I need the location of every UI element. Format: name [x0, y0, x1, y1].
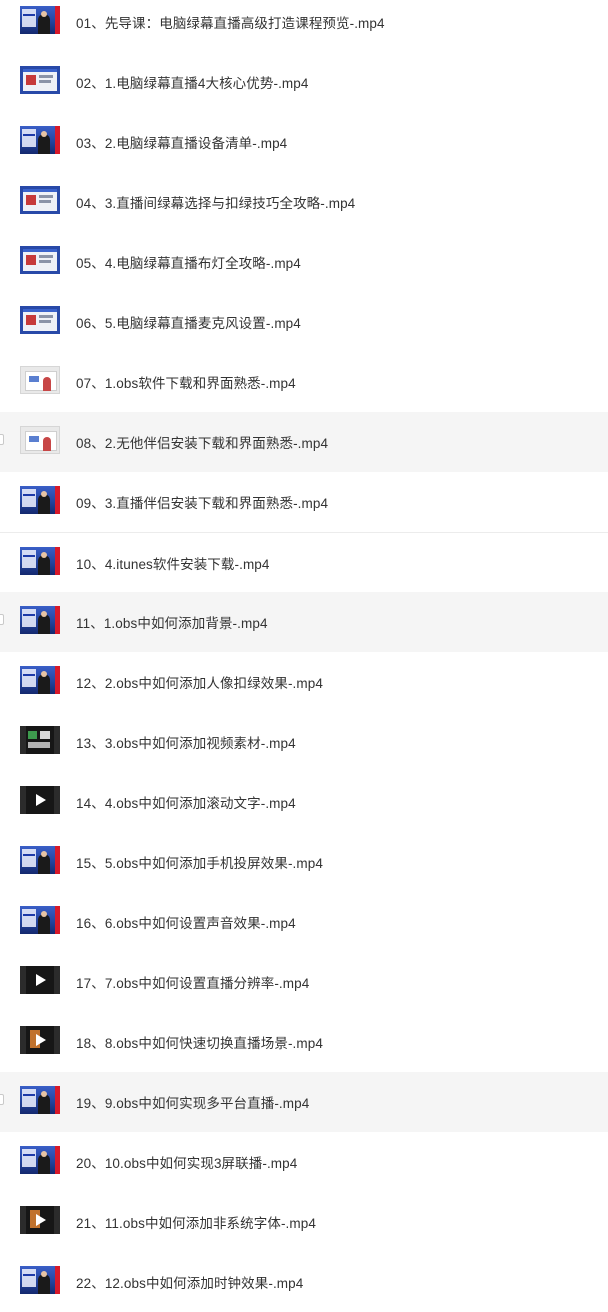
video-thumbnail[interactable] [20, 906, 60, 934]
file-row[interactable]: 19、9.obs中如何实现多平台直播-.mp4 [0, 1072, 608, 1132]
file-name[interactable]: 15、5.obs中如何添加手机投屏效果-.mp4 [76, 852, 323, 872]
file-name[interactable]: 05、4.电脑绿幕直播布灯全攻略-.mp4 [76, 252, 301, 272]
play-icon [36, 1034, 46, 1046]
row-checkbox[interactable] [0, 434, 4, 445]
video-thumbnail[interactable] [20, 186, 60, 214]
file-row[interactable]: 20、10.obs中如何实现3屏联播-.mp4 [0, 1132, 608, 1192]
file-name[interactable]: 22、12.obs中如何添加时钟效果-.mp4 [76, 1272, 303, 1292]
video-thumbnail[interactable] [20, 1146, 60, 1174]
file-row[interactable]: 03、2.电脑绿幕直播设备清单-.mp4 [0, 112, 608, 172]
row-checkbox[interactable] [0, 614, 4, 625]
video-thumbnail[interactable] [20, 366, 60, 394]
file-row[interactable]: 17、7.obs中如何设置直播分辨率-.mp4 [0, 952, 608, 1012]
video-thumbnail[interactable] [20, 66, 60, 94]
file-row[interactable]: 13、3.obs中如何添加视频素材-.mp4 [0, 712, 608, 772]
file-row[interactable]: 05、4.电脑绿幕直播布灯全攻略-.mp4 [0, 232, 608, 292]
video-thumbnail[interactable] [20, 426, 60, 454]
video-thumbnail[interactable] [20, 6, 60, 34]
row-checkbox[interactable] [0, 1094, 4, 1105]
file-name[interactable]: 17、7.obs中如何设置直播分辨率-.mp4 [76, 972, 309, 992]
video-thumbnail[interactable] [20, 1206, 60, 1234]
file-row[interactable]: 18、8.obs中如何快速切换直播场景-.mp4 [0, 1012, 608, 1072]
play-icon [36, 794, 46, 806]
file-name[interactable]: 20、10.obs中如何实现3屏联播-.mp4 [76, 1152, 297, 1172]
video-thumbnail[interactable] [20, 1266, 60, 1294]
file-name[interactable]: 10、4.itunes软件安装下载-.mp4 [76, 553, 270, 573]
file-row[interactable]: 07、1.obs软件下载和界面熟悉-.mp4 [0, 352, 608, 412]
file-name[interactable]: 18、8.obs中如何快速切换直播场景-.mp4 [76, 1032, 323, 1052]
video-thumbnail[interactable] [20, 666, 60, 694]
file-row[interactable]: 02、1.电脑绿幕直播4大核心优势-.mp4 [0, 52, 608, 112]
video-thumbnail[interactable] [20, 1086, 60, 1114]
file-row[interactable]: 16、6.obs中如何设置声音效果-.mp4 [0, 892, 608, 952]
video-thumbnail[interactable] [20, 547, 60, 575]
file-row[interactable]: 08、2.无他伴侣安装下载和界面熟悉-.mp4 [0, 412, 608, 472]
video-thumbnail[interactable] [20, 306, 60, 334]
file-name[interactable]: 13、3.obs中如何添加视频素材-.mp4 [76, 732, 296, 752]
video-thumbnail[interactable] [20, 966, 60, 994]
video-thumbnail[interactable] [20, 786, 60, 814]
file-name[interactable]: 12、2.obs中如何添加人像扣绿效果-.mp4 [76, 672, 323, 692]
file-row[interactable]: 15、5.obs中如何添加手机投屏效果-.mp4 [0, 832, 608, 892]
file-name[interactable]: 07、1.obs软件下载和界面熟悉-.mp4 [76, 372, 296, 392]
file-list: 01、先导课：电脑绿幕直播高级打造课程预览-.mp4 02、1.电脑绿幕直播4大核… [0, 0, 608, 1312]
file-name[interactable]: 09、3.直播伴侣安装下载和界面熟悉-.mp4 [76, 492, 328, 512]
file-name[interactable]: 03、2.电脑绿幕直播设备清单-.mp4 [76, 132, 287, 152]
file-row[interactable]: 12、2.obs中如何添加人像扣绿效果-.mp4 [0, 652, 608, 712]
file-row[interactable]: 21、11.obs中如何添加非系统字体-.mp4 [0, 1192, 608, 1252]
play-icon [36, 1214, 46, 1226]
video-thumbnail[interactable] [20, 726, 60, 754]
file-name[interactable]: 08、2.无他伴侣安装下载和界面熟悉-.mp4 [76, 432, 328, 452]
video-thumbnail[interactable] [20, 246, 60, 274]
file-name[interactable]: 14、4.obs中如何添加滚动文字-.mp4 [76, 792, 296, 812]
file-row[interactable]: 11、1.obs中如何添加背景-.mp4 [0, 592, 608, 652]
play-icon [36, 974, 46, 986]
file-row[interactable]: 14、4.obs中如何添加滚动文字-.mp4 [0, 772, 608, 832]
video-thumbnail[interactable] [20, 486, 60, 514]
video-thumbnail[interactable] [20, 606, 60, 634]
file-name[interactable]: 04、3.直播间绿幕选择与扣绿技巧全攻略-.mp4 [76, 192, 355, 212]
video-thumbnail[interactable] [20, 126, 60, 154]
file-name[interactable]: 02、1.电脑绿幕直播4大核心优势-.mp4 [76, 72, 309, 92]
file-name[interactable]: 06、5.电脑绿幕直播麦克风设置-.mp4 [76, 312, 301, 332]
video-thumbnail[interactable] [20, 1026, 60, 1054]
file-row[interactable]: 22、12.obs中如何添加时钟效果-.mp4 [0, 1252, 608, 1312]
file-row[interactable]: 01、先导课：电脑绿幕直播高级打造课程预览-.mp4 [0, 0, 608, 52]
video-thumbnail[interactable] [20, 846, 60, 874]
file-row[interactable]: 09、3.直播伴侣安装下载和界面熟悉-.mp4 [0, 472, 608, 532]
file-row[interactable]: 10、4.itunes软件安装下载-.mp4 [0, 532, 608, 592]
file-row[interactable]: 04、3.直播间绿幕选择与扣绿技巧全攻略-.mp4 [0, 172, 608, 232]
file-name[interactable]: 19、9.obs中如何实现多平台直播-.mp4 [76, 1092, 309, 1112]
file-name[interactable]: 16、6.obs中如何设置声音效果-.mp4 [76, 912, 296, 932]
file-name[interactable]: 11、1.obs中如何添加背景-.mp4 [76, 612, 268, 632]
file-name[interactable]: 21、11.obs中如何添加非系统字体-.mp4 [76, 1212, 316, 1232]
file-name[interactable]: 01、先导课：电脑绿幕直播高级打造课程预览-.mp4 [76, 12, 385, 32]
file-row[interactable]: 06、5.电脑绿幕直播麦克风设置-.mp4 [0, 292, 608, 352]
